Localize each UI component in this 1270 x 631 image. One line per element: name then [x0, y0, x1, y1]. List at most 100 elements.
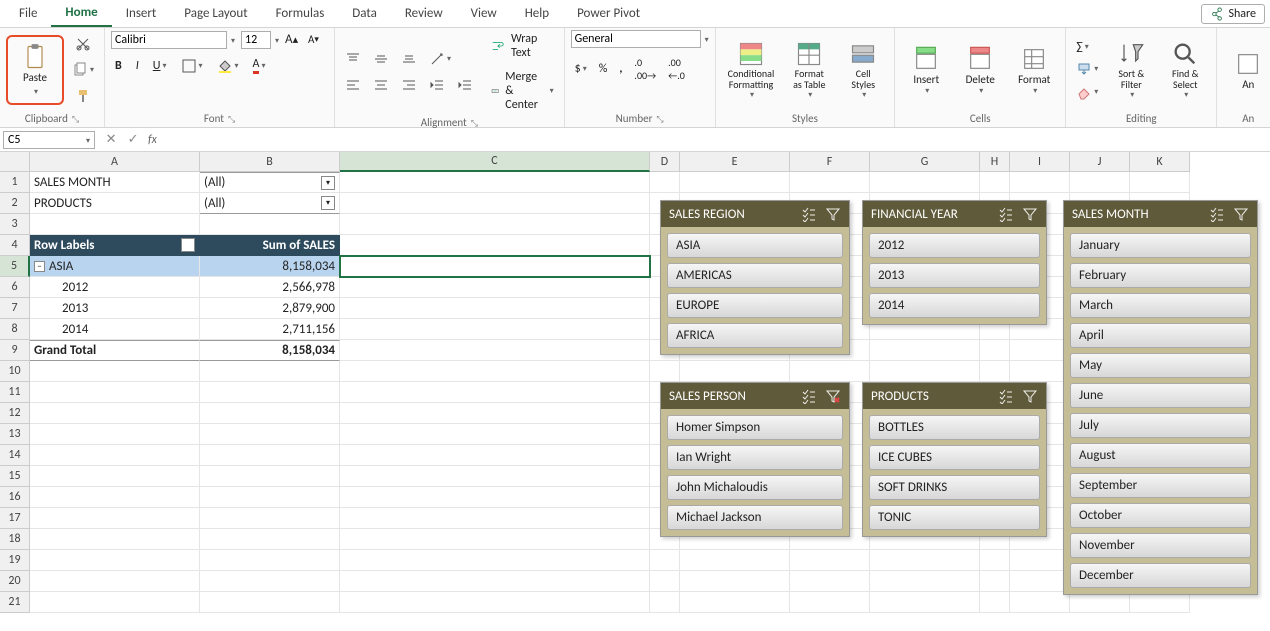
cell[interactable] — [680, 550, 790, 571]
col-header-B[interactable]: B — [200, 152, 340, 172]
cell[interactable] — [30, 403, 200, 424]
tab-review[interactable]: Review — [391, 1, 457, 26]
merge-center-button[interactable]: Merge & Center — [487, 68, 558, 114]
slicer-item[interactable]: SOFT DRINKS — [869, 475, 1040, 500]
cell[interactable] — [200, 487, 340, 508]
italic-button[interactable]: I — [132, 57, 143, 75]
collapse-icon[interactable]: − — [34, 261, 45, 272]
col-header-F[interactable]: F — [790, 152, 870, 172]
cell[interactable] — [200, 592, 340, 613]
paste-button[interactable]: Paste — [10, 39, 60, 101]
row-header-2[interactable]: 2 — [0, 193, 30, 214]
col-header-E[interactable]: E — [680, 152, 790, 172]
pivot-year[interactable]: 2013 — [30, 298, 200, 319]
row-header-12[interactable]: 12 — [0, 403, 30, 424]
cell[interactable] — [870, 340, 980, 361]
cell[interactable] — [200, 361, 340, 382]
increase-font-button[interactable]: A▴ — [281, 30, 302, 49]
cell[interactable] — [340, 571, 650, 592]
row-header-7[interactable]: 7 — [0, 298, 30, 319]
row-header-11[interactable]: 11 — [0, 382, 30, 403]
row-header-19[interactable]: 19 — [0, 550, 30, 571]
cell[interactable] — [1010, 550, 1070, 571]
orientation-button[interactable] — [425, 49, 455, 69]
cell[interactable] — [1130, 172, 1190, 193]
cell[interactable] — [340, 319, 650, 340]
col-header-C[interactable]: C — [340, 152, 650, 172]
cell[interactable] — [200, 466, 340, 487]
row-header-9[interactable]: 9 — [0, 340, 30, 361]
cell[interactable] — [200, 445, 340, 466]
bold-button[interactable]: B — [111, 57, 126, 75]
slicer-item[interactable]: BOTTLES — [869, 415, 1040, 440]
tab-help[interactable]: Help — [511, 1, 563, 26]
cell[interactable] — [340, 424, 650, 445]
align-middle-button[interactable] — [369, 49, 393, 69]
number-format-combo[interactable] — [571, 30, 701, 48]
row-header-3[interactable]: 3 — [0, 214, 30, 235]
pivot-row-header[interactable]: Row Labels▾ — [30, 235, 200, 256]
fill-color-button[interactable] — [213, 56, 243, 76]
slicer-financial-year[interactable]: FINANCIAL YEAR201220132014 — [862, 200, 1047, 325]
col-header-A[interactable]: A — [30, 152, 200, 172]
multi-select-icon[interactable] — [1209, 206, 1225, 222]
cell[interactable] — [30, 487, 200, 508]
cell[interactable] — [340, 214, 650, 235]
cell[interactable] — [1010, 592, 1070, 613]
slicer-item[interactable]: 2014 — [869, 293, 1040, 318]
accounting-button[interactable]: $ — [571, 60, 591, 78]
increase-indent-button[interactable] — [453, 75, 477, 95]
pivot-filter-value[interactable]: (All)▾ — [200, 193, 340, 214]
row-header-1[interactable]: 1 — [0, 172, 30, 193]
slicer-products[interactable]: PRODUCTSBOTTLESICE CUBESSOFT DRINKSTONIC — [862, 382, 1047, 537]
row-header-8[interactable]: 8 — [0, 319, 30, 340]
tab-power-pivot[interactable]: Power Pivot — [563, 1, 654, 26]
cell[interactable] — [340, 529, 650, 550]
select-all-corner[interactable] — [0, 152, 30, 172]
slicer-item[interactable]: April — [1070, 323, 1251, 348]
find-select-button[interactable]: Find & Select — [1160, 36, 1210, 104]
clear-button[interactable] — [1072, 82, 1102, 102]
formula-input[interactable] — [161, 131, 1270, 149]
multi-select-icon[interactable] — [801, 388, 817, 404]
clear-filter-icon[interactable] — [1022, 206, 1038, 222]
slicer-item[interactable]: February — [1070, 263, 1251, 288]
slicer-item[interactable]: 2013 — [869, 263, 1040, 288]
cell[interactable] — [870, 571, 980, 592]
row-header-16[interactable]: 16 — [0, 487, 30, 508]
enter-formula-button[interactable]: ✓ — [122, 132, 144, 147]
cell[interactable] — [30, 361, 200, 382]
clear-filter-icon[interactable] — [1233, 206, 1249, 222]
cell[interactable] — [200, 508, 340, 529]
cell[interactable] — [200, 403, 340, 424]
copy-button[interactable] — [68, 60, 98, 80]
cell[interactable] — [340, 382, 650, 403]
cell[interactable] — [30, 382, 200, 403]
cell[interactable] — [30, 571, 200, 592]
cell[interactable] — [340, 340, 650, 361]
increase-decimal-button[interactable]: .0.00→ — [630, 54, 660, 84]
row-header-20[interactable]: 20 — [0, 571, 30, 592]
conditional-formatting-button[interactable]: Conditional Formatting — [722, 36, 781, 104]
cell[interactable] — [340, 403, 650, 424]
slicer-item[interactable]: March — [1070, 293, 1251, 318]
cell[interactable] — [340, 298, 650, 319]
tab-data[interactable]: Data — [338, 1, 391, 26]
cell-styles-button[interactable]: Cell Styles — [838, 36, 888, 104]
slicer-item[interactable]: September — [1070, 473, 1251, 498]
multi-select-icon[interactable] — [998, 388, 1014, 404]
cut-button[interactable] — [71, 34, 95, 54]
cell[interactable] — [680, 571, 790, 592]
number-dialog-icon[interactable] — [656, 112, 663, 125]
cell[interactable] — [30, 592, 200, 613]
slicer-item[interactable]: AFRICA — [667, 323, 843, 348]
col-header-I[interactable]: I — [1010, 152, 1070, 172]
pivot-region[interactable]: −ASIA — [30, 256, 200, 277]
cell[interactable] — [790, 172, 870, 193]
cell[interactable] — [680, 361, 790, 382]
cell[interactable] — [340, 466, 650, 487]
slicer-sales-person[interactable]: SALES PERSONHomer SimpsonIan WrightJohn … — [660, 382, 850, 537]
slicer-sales-region[interactable]: SALES REGIONASIAAMERICASEUROPEAFRICA — [660, 200, 850, 355]
col-header-J[interactable]: J — [1070, 152, 1130, 172]
sort-filter-button[interactable]: Sort & Filter — [1106, 36, 1156, 104]
